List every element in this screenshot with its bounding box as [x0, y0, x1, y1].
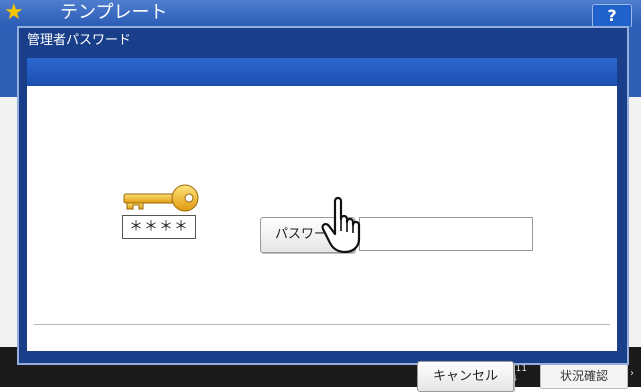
chevron-right-icon: ›: [630, 368, 634, 379]
cancel-button[interactable]: キャンセル: [417, 361, 514, 392]
app-title: テンプレート: [60, 2, 168, 23]
status-button[interactable]: 状況確認: [540, 364, 628, 389]
dialog-title: 管理者パスワード: [27, 33, 132, 48]
star-icon: ★: [4, 0, 24, 25]
dialog-header-bar: [27, 58, 617, 86]
hand-cursor-icon: [321, 196, 361, 254]
password-mask: ＊＊＊＊: [122, 215, 196, 239]
key-icon: [123, 184, 199, 212]
divider: [34, 324, 610, 325]
password-field[interactable]: [359, 217, 533, 251]
help-button[interactable]: ?: [592, 4, 632, 28]
